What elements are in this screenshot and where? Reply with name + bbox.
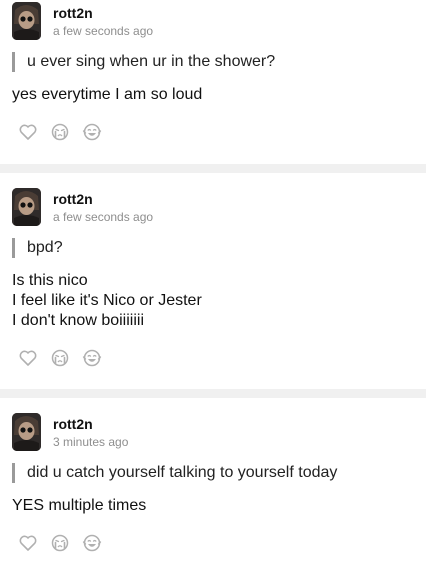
user-avatar[interactable]: [12, 188, 41, 226]
username[interactable]: rott2n: [53, 5, 93, 21]
laughing-face-icon[interactable]: [82, 533, 102, 553]
answer-line: I feel like it's Nico or Jester: [12, 292, 202, 309]
answer-text: Is this nico I feel like it's Nico or Je…: [12, 271, 416, 331]
crying-face-icon[interactable]: [50, 348, 70, 368]
crying-face-icon[interactable]: [50, 122, 70, 142]
post-card: rott2n a few seconds ago u ever sing whe…: [0, 0, 426, 164]
answer-line: I don't know boiiiiiii: [12, 312, 145, 329]
heart-icon[interactable]: [18, 122, 38, 142]
laughing-face-icon[interactable]: [82, 122, 102, 142]
answer-line: Is this nico: [12, 272, 88, 289]
heart-icon[interactable]: [18, 348, 38, 368]
answer-text: yes everytime I am so loud: [12, 85, 416, 105]
user-avatar[interactable]: [12, 2, 41, 40]
crying-face-icon[interactable]: [50, 533, 70, 553]
answer-line: YES multiple times: [12, 497, 147, 514]
post-divider: [0, 389, 426, 398]
answer-text: YES multiple times: [12, 496, 416, 516]
username[interactable]: rott2n: [53, 191, 93, 207]
heart-icon[interactable]: [18, 533, 38, 553]
post-card: rott2n 3 minutes ago did u catch yoursel…: [0, 398, 426, 580]
user-avatar[interactable]: [12, 413, 41, 451]
post-timestamp: a few seconds ago: [53, 210, 154, 224]
username[interactable]: rott2n: [53, 416, 93, 432]
answers-feed: rott2n a few seconds ago u ever sing whe…: [0, 0, 426, 580]
question-text: u ever sing when ur in the shower?: [12, 52, 416, 72]
post-divider: [0, 164, 426, 173]
question-text: bpd?: [12, 238, 416, 258]
post-card: rott2n a few seconds ago bpd? Is this ni…: [0, 173, 426, 389]
laughing-face-icon[interactable]: [82, 348, 102, 368]
post-timestamp: a few seconds ago: [53, 24, 154, 38]
post-timestamp: 3 minutes ago: [53, 435, 129, 449]
answer-line: yes everytime I am so loud: [12, 86, 203, 103]
question-text: did u catch yourself talking to yourself…: [12, 463, 416, 483]
